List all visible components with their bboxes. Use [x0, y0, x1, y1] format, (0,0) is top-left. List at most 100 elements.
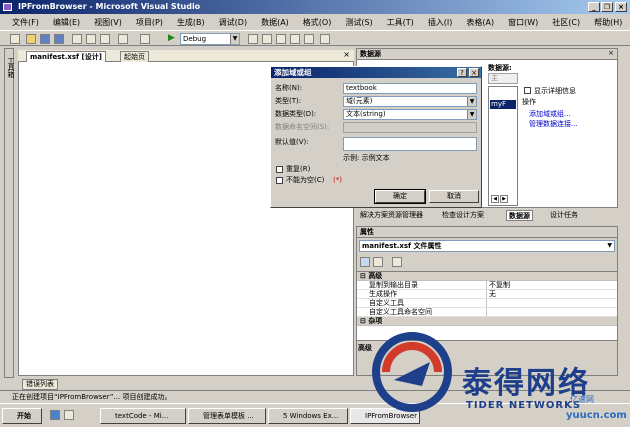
- menu-view[interactable]: 视图(V): [94, 17, 122, 28]
- minimize-button[interactable]: _: [588, 2, 600, 12]
- operations-label: 操作: [522, 98, 536, 106]
- property-row[interactable]: 生成操作无: [357, 290, 617, 299]
- tab-error-list[interactable]: 错误列表: [22, 379, 58, 390]
- start-debug-icon[interactable]: ▶: [168, 33, 175, 43]
- find-icon[interactable]: [248, 34, 258, 44]
- menu-edit[interactable]: 编辑(E): [53, 17, 80, 28]
- toolbox-side-tab[interactable]: 工具箱: [4, 48, 15, 378]
- tab-data-source[interactable]: 数据源: [506, 210, 533, 221]
- tree-scroll-right[interactable]: ▶: [500, 195, 508, 203]
- tree-node-label: myF: [491, 100, 506, 108]
- property-value[interactable]: 不复制: [487, 281, 510, 289]
- object-selector[interactable]: manifest.xsf 文件属性 ▼: [359, 240, 615, 252]
- property-value[interactable]: [487, 299, 489, 307]
- close-document-icon[interactable]: ×: [343, 50, 350, 59]
- start-label: 开始: [17, 412, 31, 420]
- property-value[interactable]: [487, 308, 489, 316]
- save-all-icon[interactable]: [54, 34, 64, 44]
- menu-window[interactable]: 窗口(W): [508, 17, 538, 28]
- show-details-checkbox[interactable]: [524, 87, 531, 94]
- name-input[interactable]: textbook: [343, 83, 477, 94]
- toolbox-side-tab-label: 工具箱: [7, 57, 15, 78]
- ie-icon[interactable]: [50, 410, 60, 420]
- panel-close-icon[interactable]: ×: [608, 49, 614, 57]
- properties-icon[interactable]: [262, 34, 272, 44]
- menu-data[interactable]: 数据(A): [261, 17, 289, 28]
- add-field-dialog: 添加域或组 ? × 名称(N): textbook 类型(T): 域(元素) ▼ …: [270, 66, 482, 208]
- redo-icon[interactable]: [140, 34, 150, 44]
- menu-project[interactable]: 项目(P): [136, 17, 163, 28]
- property-value[interactable]: 无: [487, 290, 496, 298]
- desktop-icon[interactable]: [64, 410, 74, 420]
- dialog-close-button[interactable]: ×: [469, 68, 479, 77]
- solution-config-select[interactable]: Debug ▼: [180, 33, 240, 45]
- undo-icon[interactable]: [118, 34, 128, 44]
- app-icon: [3, 3, 12, 11]
- cancel-button[interactable]: 取消: [429, 190, 479, 203]
- watermark-site: yuucn.com: [566, 410, 627, 421]
- nonempty-checkbox[interactable]: [276, 177, 283, 184]
- tab-design-checker[interactable]: 检查设计方案: [440, 210, 486, 221]
- save-icon[interactable]: [40, 34, 50, 44]
- datatype-label: 数据类型(D):: [275, 110, 317, 118]
- property-row[interactable]: 自定义工具: [357, 299, 617, 308]
- paste-icon[interactable]: [100, 34, 110, 44]
- tree-scroll-left[interactable]: ◀: [491, 195, 499, 203]
- window-icon[interactable]: [304, 34, 314, 44]
- repeat-checkbox[interactable]: [276, 166, 283, 173]
- menu-build[interactable]: 生成(B): [177, 17, 205, 28]
- tab-start-page[interactable]: 起始页: [120, 51, 149, 62]
- ok-button[interactable]: 确定: [374, 189, 426, 204]
- solution-config-value: Debug: [183, 35, 207, 43]
- options-icon[interactable]: [320, 34, 330, 44]
- taskbar-item-explorer[interactable]: 5 Windows Ex...: [268, 408, 348, 424]
- property-pages-icon[interactable]: [392, 257, 402, 267]
- category-label: 高级: [368, 272, 383, 280]
- property-row[interactable]: 自定义工具命名空间: [357, 308, 617, 317]
- tree-node-myfields[interactable]: myF: [490, 100, 516, 109]
- taskbar-item-label: 管理表单模板 ...: [203, 412, 254, 420]
- menu-format[interactable]: 格式(O): [303, 17, 332, 28]
- menu-community[interactable]: 社区(C): [552, 17, 580, 28]
- tab-design-tasks[interactable]: 设计任务: [548, 210, 580, 221]
- default-value-input[interactable]: [343, 137, 477, 151]
- close-button[interactable]: ×: [615, 2, 627, 12]
- datatype-value: 文本(string): [346, 110, 386, 118]
- menu-tools[interactable]: 工具(T): [387, 17, 414, 28]
- window-title: IPFromBrowser - Microsoft Visual Studio: [18, 2, 201, 11]
- datatype-select[interactable]: 文本(string) ▼: [343, 109, 477, 120]
- dialog-title: 添加域或组: [271, 67, 481, 78]
- watermark-site2: 亿速网: [570, 395, 594, 404]
- manage-connections-link[interactable]: 管理数据连接...: [529, 119, 578, 129]
- menu-table[interactable]: 表格(A): [466, 17, 494, 28]
- copy-icon[interactable]: [86, 34, 96, 44]
- explorer-icon[interactable]: [290, 34, 300, 44]
- main-source-value: 主: [491, 74, 498, 82]
- alphabetical-icon[interactable]: [373, 257, 383, 267]
- taskbar-item-templates[interactable]: 管理表单模板 ...: [188, 408, 266, 424]
- tab-solution-explorer[interactable]: 解决方案资源管理器: [358, 210, 425, 221]
- new-project-icon[interactable]: [10, 34, 20, 44]
- help-button[interactable]: ?: [457, 68, 467, 77]
- tree-view[interactable]: myF ◀ ▶: [488, 86, 518, 206]
- property-category-advanced[interactable]: ⊟ 高级: [357, 272, 617, 281]
- watermark-logo: [372, 332, 452, 412]
- open-icon[interactable]: [26, 34, 36, 44]
- property-row[interactable]: 复制到输出目录 不复制: [357, 281, 617, 290]
- categorized-icon[interactable]: [360, 257, 370, 267]
- taskbar-item-textcode[interactable]: textCode - Mi...: [100, 408, 186, 424]
- menu-insert[interactable]: 插入(I): [428, 17, 453, 28]
- tab-manifest-design[interactable]: manifest.xsf [设计]: [26, 51, 106, 62]
- menu-test[interactable]: 测试(S): [345, 17, 372, 28]
- toolbox-icon[interactable]: [276, 34, 286, 44]
- property-name: 生成操作: [357, 290, 487, 298]
- type-select[interactable]: 域(元素) ▼: [343, 96, 477, 107]
- menu-help[interactable]: 帮助(H): [594, 17, 622, 28]
- menu-file[interactable]: 文件(F): [12, 17, 39, 28]
- maximize-button[interactable]: ❐: [601, 2, 613, 12]
- add-field-link[interactable]: 添加域或组...: [529, 109, 571, 119]
- cut-icon[interactable]: [72, 34, 82, 44]
- main-source-select[interactable]: 主: [488, 73, 518, 84]
- start-button[interactable]: 开始: [2, 408, 42, 424]
- menu-debug[interactable]: 调试(D): [219, 17, 247, 28]
